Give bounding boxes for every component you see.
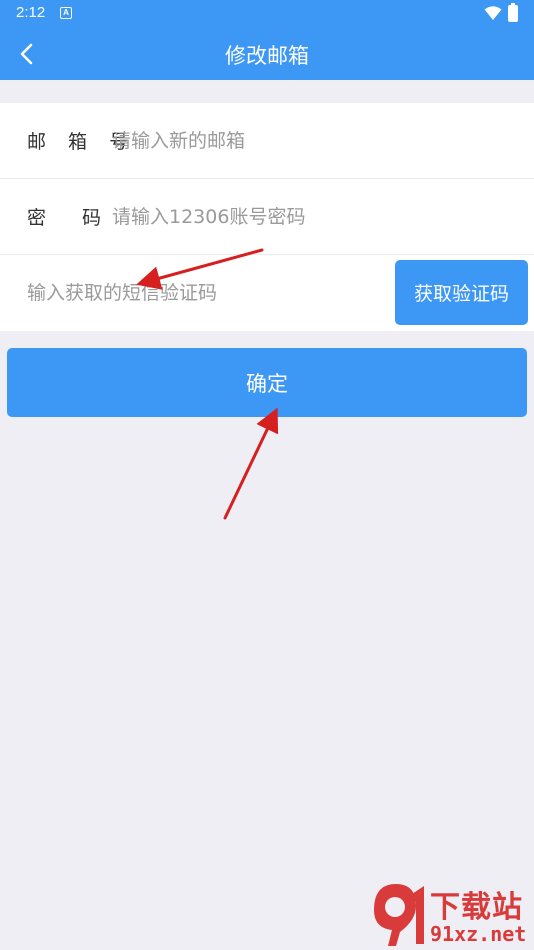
notification-icon: A <box>60 7 72 19</box>
password-label: 密码 <box>27 203 101 230</box>
watermark-logo <box>374 884 424 946</box>
page-title: 修改邮箱 <box>225 44 309 68</box>
get-code-button[interactable]: 获取验证码 <box>395 260 528 325</box>
watermark-title: 下载站 <box>430 890 523 925</box>
status-time: 2:12 <box>16 4 46 21</box>
email-input[interactable] <box>112 121 512 161</box>
status-bar: 2:12 A <box>0 0 534 28</box>
confirm-button[interactable]: 确定 <box>7 348 527 417</box>
header-bar: 修改邮箱 <box>0 28 534 80</box>
arrow-to-confirm-button <box>223 407 279 520</box>
email-change-form: 邮 箱 号 密码 获取验证码 <box>0 103 534 331</box>
watermark: 下载站 91xz.net <box>366 880 532 948</box>
verification-code-input[interactable] <box>27 273 377 313</box>
email-row: 邮 箱 号 <box>0 103 534 179</box>
battery-icon <box>508 3 518 22</box>
watermark-url: 91xz.net <box>430 922 527 946</box>
password-label-left: 密 <box>27 207 47 229</box>
wifi-icon <box>484 6 502 20</box>
password-label-right: 码 <box>82 207 102 229</box>
password-row: 密码 <box>0 179 534 255</box>
verification-code-row: 获取验证码 <box>0 255 534 331</box>
password-input[interactable] <box>112 197 512 237</box>
